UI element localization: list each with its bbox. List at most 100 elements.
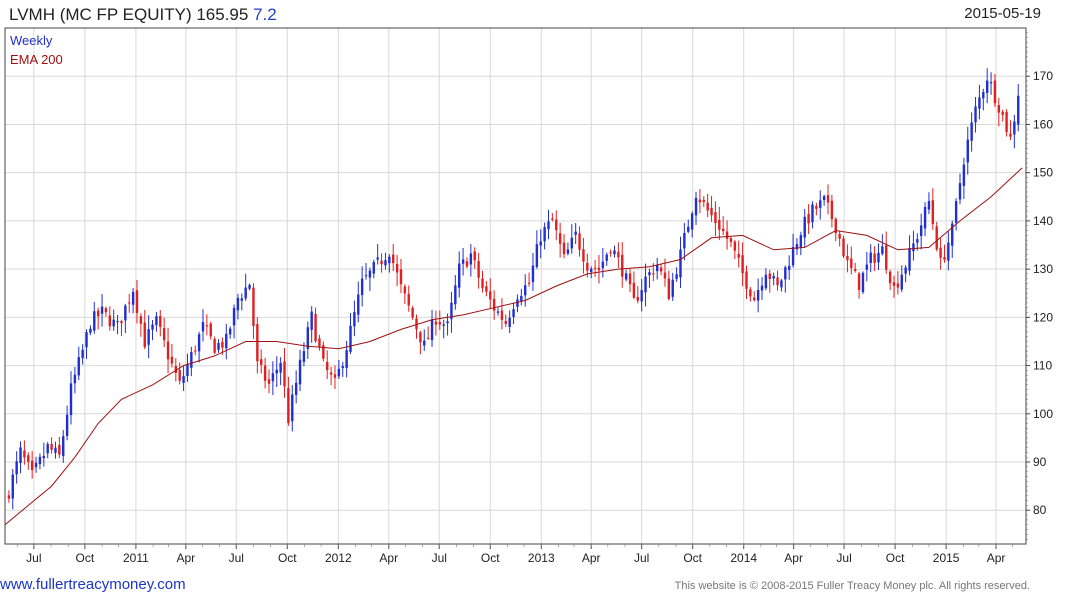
footer-link[interactable]: www.fullertreacymoney.com bbox=[0, 576, 186, 593]
candle-body bbox=[888, 271, 892, 284]
candle-body bbox=[791, 247, 795, 266]
candle-body bbox=[982, 91, 985, 99]
candle-body bbox=[46, 444, 49, 454]
candle-body bbox=[756, 290, 760, 301]
candle-body bbox=[679, 249, 682, 278]
candle-body bbox=[632, 282, 636, 298]
candle-body bbox=[621, 254, 624, 277]
candle-body bbox=[644, 276, 647, 293]
x-tick-label: 2015 bbox=[933, 551, 960, 565]
candle-body bbox=[1017, 95, 1020, 125]
candle-body bbox=[586, 262, 589, 271]
candle-body bbox=[298, 359, 302, 385]
candle-body bbox=[11, 474, 14, 499]
candle-body bbox=[1001, 111, 1004, 115]
candle-body bbox=[236, 297, 240, 311]
candle-body bbox=[652, 273, 655, 275]
candle-body bbox=[65, 414, 69, 436]
candle-body bbox=[364, 275, 368, 277]
x-tick-label: Apr bbox=[784, 551, 803, 565]
candle-body bbox=[271, 373, 275, 382]
candle-body bbox=[108, 315, 112, 327]
candle-body bbox=[260, 359, 263, 365]
candle-body bbox=[244, 287, 247, 299]
candle-body bbox=[547, 221, 550, 230]
candle-body bbox=[516, 299, 519, 307]
candle-body bbox=[143, 322, 146, 348]
candle-body bbox=[357, 294, 360, 315]
candle-body bbox=[826, 195, 830, 203]
x-tick-label: Oct bbox=[76, 551, 95, 565]
candle-body bbox=[512, 309, 515, 317]
candle-body bbox=[597, 267, 601, 271]
candle-body bbox=[694, 197, 698, 216]
candle-body bbox=[601, 261, 605, 268]
x-axis: Jul Oct 2011 Apr Jul Oct 2012 Apr Jul Oct 2013 Apr J… bbox=[16, 544, 1013, 565]
candle-body bbox=[958, 183, 962, 200]
candle-body bbox=[232, 307, 236, 326]
candle-body bbox=[248, 284, 251, 289]
candle-body bbox=[291, 394, 294, 422]
candle-body bbox=[496, 311, 500, 313]
candle-body bbox=[753, 297, 756, 301]
plot-background bbox=[5, 28, 1026, 544]
x-tick-label: Oct bbox=[683, 551, 702, 565]
candle-body bbox=[690, 213, 694, 230]
candle-body bbox=[846, 255, 849, 261]
candle-body bbox=[15, 461, 18, 475]
candle-body bbox=[628, 273, 632, 285]
candle-body bbox=[687, 226, 690, 232]
candle-body bbox=[912, 243, 915, 252]
candle-body bbox=[613, 250, 616, 255]
x-tick-label: 2013 bbox=[528, 551, 555, 565]
candle-body bbox=[252, 287, 255, 326]
candle-body bbox=[492, 298, 496, 311]
candle-body bbox=[368, 270, 372, 278]
candle-body bbox=[815, 206, 818, 209]
candle-body bbox=[892, 282, 896, 286]
candle-body bbox=[263, 365, 267, 381]
candle-body bbox=[857, 273, 861, 291]
x-tick-label: Jul bbox=[634, 551, 649, 565]
candle-body bbox=[116, 321, 119, 323]
candle-body bbox=[609, 252, 612, 254]
candle-body bbox=[970, 122, 973, 141]
candle-body bbox=[555, 219, 558, 231]
candle-body bbox=[729, 238, 733, 243]
candle-body bbox=[388, 256, 391, 264]
candle-body bbox=[931, 200, 935, 225]
x-tick-label: 2012 bbox=[325, 551, 352, 565]
candle-body bbox=[617, 251, 620, 258]
candle-body bbox=[904, 267, 907, 274]
candle-body bbox=[58, 444, 61, 455]
candle-body bbox=[489, 291, 492, 300]
candle-body bbox=[190, 352, 193, 368]
candle-body bbox=[520, 295, 523, 302]
x-tick-label: Apr bbox=[176, 551, 195, 565]
candle-body bbox=[718, 219, 721, 230]
candle-body bbox=[256, 324, 259, 362]
candle-body bbox=[764, 274, 768, 289]
candle-body bbox=[865, 264, 869, 270]
candle-body bbox=[624, 273, 628, 280]
candle-body bbox=[392, 254, 395, 264]
candle-body bbox=[23, 450, 26, 458]
y-tick-label: 100 bbox=[1033, 407, 1053, 421]
candle-body bbox=[772, 276, 775, 279]
candle-body bbox=[96, 310, 100, 317]
candle-body bbox=[217, 343, 220, 350]
candle-body bbox=[935, 226, 938, 250]
candle-body bbox=[500, 310, 504, 320]
candle-body bbox=[799, 235, 803, 248]
x-tick-label: Jul bbox=[26, 551, 41, 565]
candle-body bbox=[760, 285, 764, 291]
candle-body bbox=[978, 97, 981, 109]
candle-body bbox=[659, 267, 663, 272]
candle-body bbox=[551, 218, 554, 220]
y-tick-label: 90 bbox=[1033, 455, 1047, 469]
candle-body bbox=[279, 362, 282, 373]
candle-body bbox=[360, 278, 364, 296]
candle-body bbox=[768, 273, 771, 279]
candle-body bbox=[562, 242, 566, 255]
x-tick-label: Oct bbox=[886, 551, 905, 565]
